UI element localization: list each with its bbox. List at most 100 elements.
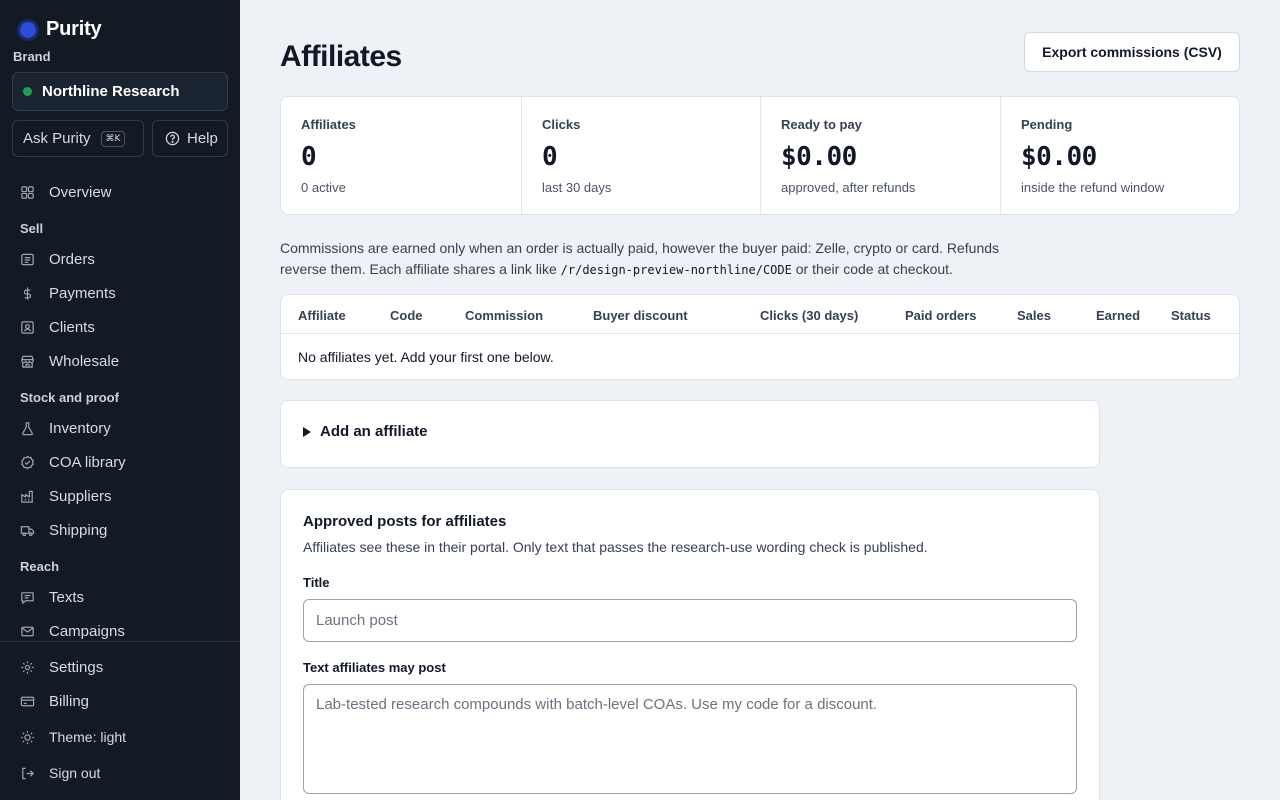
store-icon: [20, 354, 35, 369]
sidebar-item-label: Clients: [49, 318, 95, 336]
sidebar: Purity Brand Northline Research Ask Puri…: [0, 0, 240, 800]
column-header-earned[interactable]: Earned: [1096, 308, 1140, 323]
sidebar-item-orders[interactable]: Orders: [20, 244, 228, 274]
post-title-label: Title: [303, 575, 330, 590]
sidebar-item-billing[interactable]: Billing: [20, 686, 228, 716]
ask-shortcut-badge: ⌘K: [100, 130, 126, 147]
sidebar-item-settings[interactable]: Settings: [20, 652, 228, 682]
receipt-icon: [20, 252, 35, 267]
note-text-end: or their code at checkout.: [791, 261, 953, 277]
stat-ready-to-pay: Ready to pay $0.00 approved, after refun…: [761, 97, 1001, 214]
brand-selector[interactable]: Northline Research: [12, 72, 228, 111]
column-header-code[interactable]: Code: [390, 308, 423, 323]
stat-subtext: last 30 days: [542, 180, 612, 195]
sidebar-item-shipping[interactable]: Shipping: [20, 515, 228, 545]
brand-label: Brand: [13, 49, 51, 64]
sidebar-item-label: Suppliers: [49, 487, 112, 505]
sign-out-label: Sign out: [49, 765, 101, 781]
approved-posts-description: Affiliates see these in their portal. On…: [303, 539, 928, 555]
sidebar-item-clients[interactable]: Clients: [20, 312, 228, 342]
sidebar-item-label: Orders: [49, 250, 95, 268]
stats-summary: Affiliates 0 0 active Clicks 0 last 30 d…: [280, 96, 1240, 215]
sidebar-item-label: Settings: [49, 658, 104, 676]
affiliates-table: Affiliate Code Commission Buyer discount…: [280, 294, 1240, 380]
approved-posts-card: Approved posts for affiliates Affiliates…: [280, 489, 1100, 800]
approved-posts-title: Approved posts for affiliates: [303, 513, 507, 530]
column-header-sales[interactable]: Sales: [1017, 308, 1051, 323]
logout-icon: [20, 766, 35, 781]
sidebar-item-payments[interactable]: Payments: [20, 278, 228, 308]
help-button[interactable]: Help: [152, 120, 228, 157]
brand-name: Northline Research: [42, 83, 180, 100]
ask-purity-button[interactable]: Ask Purity ⌘K: [12, 120, 144, 157]
help-label: Help: [187, 130, 218, 147]
sidebar-item-label: Texts: [49, 588, 85, 606]
stat-pending: Pending $0.00 inside the refund window: [1001, 97, 1239, 214]
sidebar-item-texts[interactable]: Texts: [20, 582, 228, 612]
sidebar-footer: Settings Billing Theme: light Sign out: [0, 641, 240, 800]
theme-toggle[interactable]: Theme: light: [20, 722, 228, 752]
add-affiliate-label: Add an affiliate: [320, 423, 428, 440]
verified-badge-icon: [20, 455, 35, 470]
gear-icon: [20, 660, 35, 675]
column-header-clicks[interactable]: Clicks (30 days): [760, 308, 858, 323]
stat-clicks: Clicks 0 last 30 days: [522, 97, 761, 214]
theme-toggle-label: Theme: light: [49, 729, 127, 745]
sign-out-button[interactable]: Sign out: [20, 758, 228, 788]
app-name: Purity: [46, 18, 102, 40]
disclosure-triangle-icon: [303, 427, 311, 437]
sidebar-item-wholesale[interactable]: Wholesale: [20, 346, 228, 376]
stat-affiliates: Affiliates 0 0 active: [281, 97, 522, 214]
post-title-input[interactable]: [303, 599, 1077, 642]
truck-icon: [20, 523, 35, 538]
table-empty-message: No affiliates yet. Add your first one be…: [298, 349, 554, 365]
column-header-paid-orders[interactable]: Paid orders: [905, 308, 977, 323]
dollar-icon: [20, 286, 35, 301]
factory-icon: [20, 489, 35, 504]
sidebar-item-suppliers[interactable]: Suppliers: [20, 481, 228, 511]
sidebar-item-label: Shipping: [49, 521, 108, 539]
stat-label: Ready to pay: [781, 117, 862, 132]
stat-label: Affiliates: [301, 117, 356, 132]
commission-note: Commissions are earned only when an orde…: [280, 238, 1040, 281]
stat-subtext: approved, after refunds: [781, 180, 916, 195]
credit-card-icon: [20, 694, 35, 709]
app-logo[interactable]: Purity: [20, 18, 102, 41]
post-text-textarea[interactable]: [303, 684, 1077, 794]
column-header-buyer-discount[interactable]: Buyer discount: [593, 308, 688, 323]
column-header-affiliate[interactable]: Affiliate: [298, 308, 346, 323]
referral-link-example: /r/design-preview-northline/CODE: [560, 263, 792, 277]
stat-value: 0: [542, 142, 558, 172]
brand-status-dot-icon: [23, 87, 32, 96]
post-text-label: Text affiliates may post: [303, 660, 446, 675]
sun-icon: [20, 730, 35, 745]
sidebar-item-label: Overview: [49, 183, 112, 201]
message-icon: [20, 590, 35, 605]
contact-card-icon: [20, 320, 35, 335]
stat-subtext: inside the refund window: [1021, 180, 1165, 195]
add-affiliate-toggle[interactable]: Add an affiliate: [280, 400, 1100, 468]
column-header-status[interactable]: Status: [1171, 308, 1211, 323]
stat-subtext: 0 active: [301, 180, 346, 195]
sidebar-item-overview[interactable]: Overview: [20, 177, 228, 207]
mail-icon: [20, 624, 35, 639]
stat-label: Pending: [1021, 117, 1073, 132]
stat-value: $0.00: [1021, 142, 1097, 172]
stat-value: $0.00: [781, 142, 857, 172]
stat-value: 0: [301, 142, 317, 172]
column-header-commission[interactable]: Commission: [465, 308, 543, 323]
ask-purity-label: Ask Purity: [23, 130, 91, 147]
sidebar-item-label: COA library: [49, 453, 126, 471]
help-circle-icon: [165, 131, 180, 146]
logo-mark-icon: [20, 21, 36, 38]
sidebar-item-label: Wholesale: [49, 352, 120, 370]
nav-section-stock-and-proof: Stock and proof: [20, 390, 119, 405]
sidebar-item-label: Billing: [49, 692, 90, 710]
sidebar-item-label: Inventory: [49, 419, 111, 437]
sidebar-item-inventory[interactable]: Inventory: [20, 413, 228, 443]
sidebar-item-label: Payments: [49, 284, 116, 302]
export-commissions-button[interactable]: Export commissions (CSV): [1024, 32, 1240, 72]
stat-label: Clicks: [542, 117, 581, 132]
nav-section-reach: Reach: [20, 559, 60, 574]
sidebar-item-coa-library[interactable]: COA library: [20, 447, 228, 477]
